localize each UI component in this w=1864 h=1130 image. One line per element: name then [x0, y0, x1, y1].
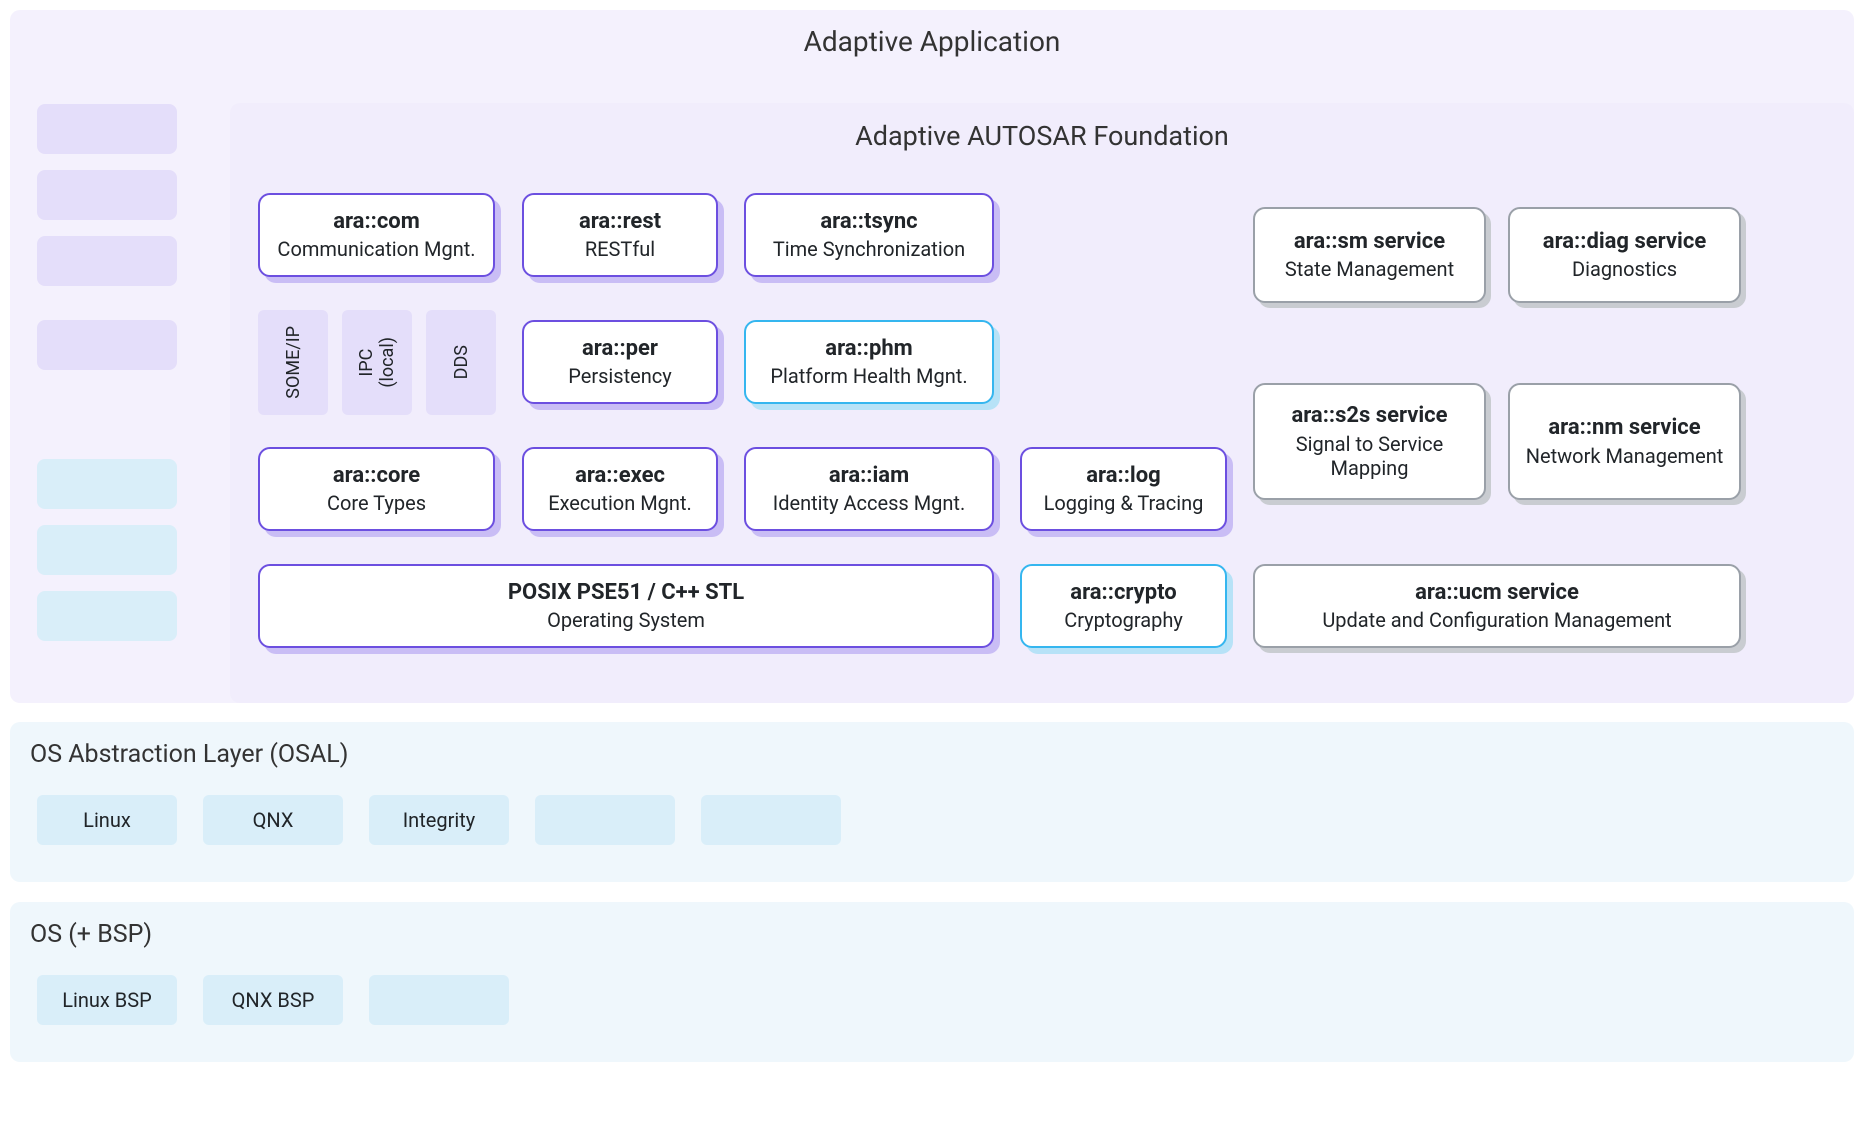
- placeholder-box: [37, 236, 177, 286]
- posix-title: POSIX PSE51 / C++ STL: [508, 580, 744, 606]
- ara-phm-title: ara::phm: [825, 336, 912, 362]
- ara-phm-subtitle: Platform Health Mgnt.: [770, 364, 967, 388]
- posix-box: POSIX PSE51 / C++ STL Operating System: [258, 564, 994, 648]
- ara-s2s-title: ara::s2s service: [1291, 403, 1447, 429]
- placeholder-box: [37, 170, 177, 220]
- ara-diag-subtitle: Diagnostics: [1572, 257, 1677, 281]
- placeholder-box: [37, 320, 177, 370]
- ara-nm-box: ara::nm service Network Management: [1508, 383, 1741, 500]
- ara-rest-title: ara::rest: [579, 209, 661, 235]
- placeholder-box: [37, 525, 177, 575]
- ara-exec-subtitle: Execution Mgnt.: [548, 491, 692, 515]
- posix-subtitle: Operating System: [547, 608, 705, 632]
- ara-tsync-subtitle: Time Synchronization: [773, 237, 965, 261]
- ara-crypto-title: ara::crypto: [1070, 580, 1176, 606]
- ara-core-box: ara::core Core Types: [258, 447, 495, 531]
- osal-item-linux: Linux: [37, 795, 177, 845]
- ara-s2s-subtitle: Signal to Service Mapping: [1255, 432, 1484, 480]
- ara-per-subtitle: Persistency: [568, 364, 672, 388]
- osal-item-empty: [535, 795, 675, 845]
- osal-title: OS Abstraction Layer (OSAL): [30, 740, 348, 769]
- placeholder-box: [37, 591, 177, 641]
- ara-tsync-title: ara::tsync: [820, 209, 917, 235]
- ara-rest-subtitle: RESTful: [585, 237, 655, 261]
- foundation-title: Adaptive AUTOSAR Foundation: [230, 120, 1854, 152]
- osal-item-label: QNX: [253, 808, 294, 832]
- ara-com-title: ara::com: [333, 209, 420, 235]
- dds-label: DDS: [451, 345, 472, 379]
- ara-per-title: ara::per: [582, 336, 658, 362]
- dds-tab: DDS: [426, 310, 496, 415]
- ara-ucm-box: ara::ucm service Update and Configuratio…: [1253, 564, 1741, 648]
- ara-nm-subtitle: Network Management: [1526, 444, 1724, 468]
- ara-log-title: ara::log: [1086, 463, 1160, 489]
- ara-nm-title: ara::nm service: [1548, 415, 1700, 441]
- osal-item-empty: [701, 795, 841, 845]
- ara-crypto-box: ara::crypto Cryptography: [1020, 564, 1227, 648]
- placeholder-box: [37, 459, 177, 509]
- ara-tsync-box: ara::tsync Time Synchronization: [744, 193, 994, 277]
- someip-label: SOME/IP: [283, 326, 304, 399]
- ara-crypto-subtitle: Cryptography: [1064, 608, 1183, 632]
- osal-item-integrity: Integrity: [369, 795, 509, 845]
- ara-core-subtitle: Core Types: [327, 491, 426, 515]
- ara-rest-box: ara::rest RESTful: [522, 193, 718, 277]
- ara-com-subtitle: Communication Mgnt.: [277, 237, 475, 261]
- osbsp-title: OS (+ BSP): [30, 920, 152, 949]
- ara-core-title: ara::core: [333, 463, 420, 489]
- ara-log-subtitle: Logging & Tracing: [1044, 491, 1204, 515]
- ara-ucm-title: ara::ucm service: [1415, 580, 1579, 606]
- osbsp-item-label: QNX BSP: [232, 988, 315, 1012]
- ara-diag-box: ara::diag service Diagnostics: [1508, 207, 1741, 303]
- ara-exec-title: ara::exec: [575, 463, 665, 489]
- ipc-tab: IPC (local): [342, 310, 412, 415]
- ipc-label: IPC (local): [356, 337, 398, 388]
- osbsp-item-empty: [369, 975, 509, 1025]
- ara-com-box: ara::com Communication Mgnt.: [258, 193, 495, 277]
- ara-exec-box: ara::exec Execution Mgnt.: [522, 447, 718, 531]
- ara-sm-title: ara::sm service: [1294, 229, 1445, 255]
- osbsp-item-label: Linux BSP: [62, 988, 152, 1012]
- ara-iam-subtitle: Identity Access Mgnt.: [773, 491, 966, 515]
- placeholder-box: [37, 104, 177, 154]
- osbsp-item-linux: Linux BSP: [37, 975, 177, 1025]
- osal-item-qnx: QNX: [203, 795, 343, 845]
- ara-diag-title: ara::diag service: [1543, 229, 1706, 255]
- someip-tab: SOME/IP: [258, 310, 328, 415]
- osal-item-label: Linux: [83, 808, 131, 832]
- ara-sm-box: ara::sm service State Management: [1253, 207, 1486, 303]
- osbsp-item-qnx: QNX BSP: [203, 975, 343, 1025]
- ara-per-box: ara::per Persistency: [522, 320, 718, 404]
- ara-s2s-box: ara::s2s service Signal to Service Mappi…: [1253, 383, 1486, 500]
- ara-ucm-subtitle: Update and Configuration Management: [1322, 608, 1671, 632]
- osal-item-label: Integrity: [403, 808, 476, 832]
- adaptive-application-title: Adaptive Application: [10, 25, 1854, 58]
- ara-sm-subtitle: State Management: [1285, 257, 1454, 281]
- ara-log-box: ara::log Logging & Tracing: [1020, 447, 1227, 531]
- ara-iam-title: ara::iam: [829, 463, 909, 489]
- ara-iam-box: ara::iam Identity Access Mgnt.: [744, 447, 994, 531]
- ara-phm-box: ara::phm Platform Health Mgnt.: [744, 320, 994, 404]
